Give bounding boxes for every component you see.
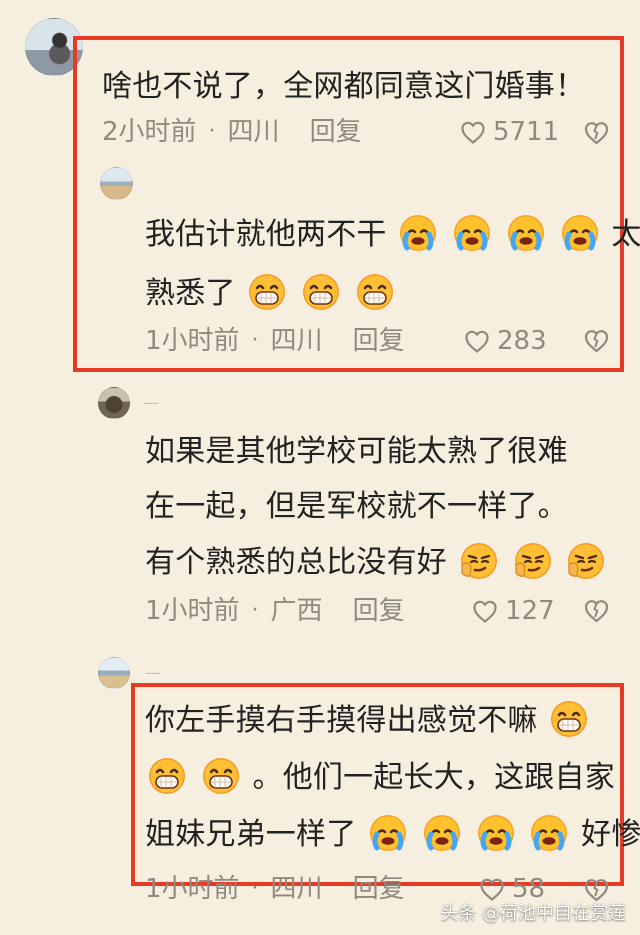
grinning-face-icon [200, 755, 242, 797]
comment-text-segment: 好惨 [581, 817, 640, 852]
faint-username: — [143, 393, 160, 412]
crying-face-icon [528, 812, 570, 854]
comment-thread-screenshot: 啥也不说了，全网都同意这门婚事！ 2小时前 · 四川 回复 5711 我估计就他… [0, 0, 640, 935]
user-avatar[interactable] [25, 18, 83, 76]
reply-text-segment: 我估计就他两不干 [145, 217, 387, 252]
heart-icon [463, 328, 491, 354]
comment-text-segment: 姐妹兄弟一样了 [145, 817, 357, 852]
user-avatar[interactable] [98, 387, 130, 419]
broken-heart-icon[interactable] [582, 597, 611, 625]
comment-text-segment: 有个熟悉的总比没有好 [145, 545, 447, 580]
reply-button[interactable]: 回复 [353, 596, 405, 626]
reply-button[interactable]: 回复 [353, 874, 405, 904]
crying-face-icon [421, 812, 463, 854]
comment-time: 1小时前 [145, 874, 240, 904]
comment-location: 四川 [227, 117, 280, 147]
comment-text-segment: 你左手摸右手摸得出感觉不嘛 [145, 703, 538, 738]
reply-meta-row: 1小时前 · 四川 回复 [145, 324, 405, 358]
crying-face-icon [367, 812, 409, 854]
broken-heart-icon[interactable] [582, 119, 611, 147]
comment-text-line: 有个熟悉的总比没有好 [145, 542, 608, 582]
meta-separator: · [208, 119, 216, 144]
broken-heart-icon[interactable] [582, 327, 611, 355]
reply-text-segment: 熟悉了 [145, 276, 236, 311]
comment-location: 四川 [270, 874, 323, 904]
reply-text-segment: 太 [611, 217, 640, 252]
grinning-face-icon [354, 271, 396, 313]
grinning-face-icon [548, 698, 590, 740]
thinking-smirk-face-icon [565, 540, 607, 582]
comment-text-segment: 。他们一起长大，这跟自家 [252, 760, 615, 795]
comment-time: 1小时前 [145, 596, 240, 626]
meta-separator: · [251, 876, 259, 901]
like-count: 283 [497, 326, 547, 356]
grinning-face-icon [146, 755, 188, 797]
comment-text-line: 。他们一起长大，这跟自家 [145, 757, 615, 797]
reply-user-avatar[interactable] [100, 167, 133, 200]
reply-button[interactable]: 回复 [310, 117, 362, 147]
comment-text-line: 姐妹兄弟一样了 好惨 [145, 814, 640, 854]
meta-separator: · [251, 598, 259, 623]
comment-text-line: 你左手摸右手摸得出感觉不嘛 [145, 700, 591, 740]
like-count: 5711 [493, 117, 560, 147]
comment-text-line: 啥也不说了，全网都同意这门婚事！ [102, 69, 586, 104]
comment-meta-row: 2小时前 · 四川 回复 [102, 115, 362, 149]
reply-text-line: 我估计就他两不干 太 [145, 214, 640, 254]
meta-separator: · [251, 328, 259, 353]
thinking-smirk-face-icon [512, 540, 554, 582]
comment-text-line: 在一起，但是军校就不一样了。 [145, 489, 568, 524]
thinking-smirk-face-icon [458, 540, 500, 582]
user-avatar[interactable] [98, 657, 130, 689]
crying-face-icon [559, 212, 601, 254]
like-count: 127 [505, 596, 555, 626]
crying-face-icon [397, 212, 439, 254]
comment-time: 2小时前 [102, 117, 197, 147]
watermark: 头条 @荷池中自在赏莲 [440, 903, 626, 924]
heart-icon [471, 598, 499, 624]
reply-button[interactable]: 回复 [353, 326, 405, 356]
grinning-face-icon [246, 271, 288, 313]
grinning-face-icon [300, 271, 342, 313]
comment-location: 广西 [270, 596, 323, 626]
comment-location: 四川 [270, 326, 323, 356]
crying-face-icon [451, 212, 493, 254]
comment-text-line: 如果是其他学校可能太熟了很难 [145, 434, 568, 469]
reply-text-line: 熟悉了 [145, 273, 397, 313]
crying-face-icon [475, 812, 517, 854]
comment-time: 1小时前 [145, 326, 240, 356]
crying-face-icon [505, 212, 547, 254]
heart-icon [459, 119, 487, 145]
faint-username: — [145, 663, 162, 682]
like-button[interactable]: 5711 [459, 115, 559, 149]
comment-meta-row: 1小时前 · 四川 回复 [145, 872, 405, 906]
comment-meta-row: 1小时前 · 广西 回复 [145, 594, 405, 628]
like-button[interactable]: 283 [463, 324, 547, 358]
like-button[interactable]: 127 [471, 594, 555, 628]
